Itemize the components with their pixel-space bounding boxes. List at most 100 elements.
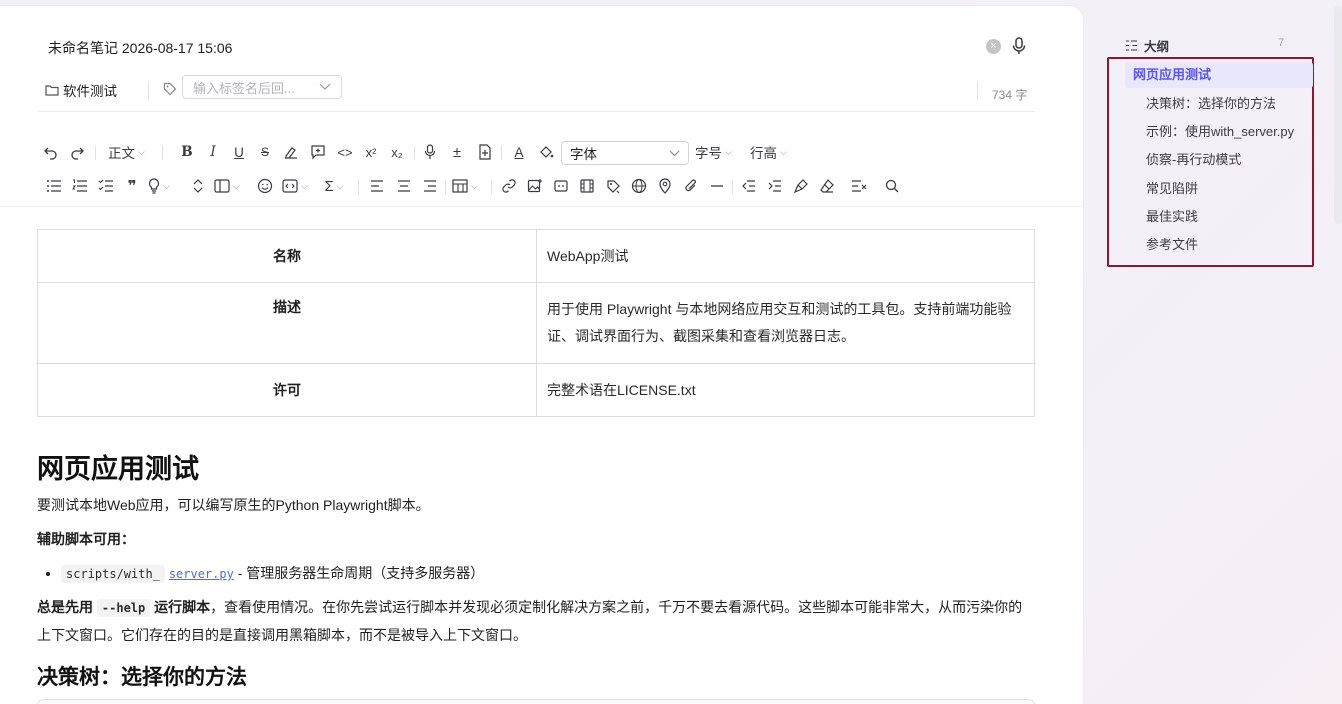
outline-item[interactable]: 侦察-再行动模式 bbox=[1146, 149, 1241, 168]
outline-item[interactable]: 网页应用测试 bbox=[1125, 62, 1313, 88]
undo-icon[interactable] bbox=[40, 138, 62, 166]
format-painter-icon[interactable] bbox=[790, 172, 812, 200]
outline-item[interactable]: 决策树：选择你的方法 bbox=[1146, 93, 1276, 112]
globe-icon[interactable] bbox=[628, 172, 650, 200]
align-left-icon[interactable] bbox=[366, 172, 388, 200]
strikethrough-icon[interactable]: S bbox=[254, 138, 276, 166]
divider bbox=[977, 82, 978, 100]
quote-icon[interactable]: ❞ bbox=[121, 172, 143, 200]
hr-icon[interactable] bbox=[706, 172, 728, 200]
code-icon[interactable]: <> bbox=[334, 138, 356, 166]
formula-icon[interactable]: Σ ⌵ bbox=[323, 172, 345, 200]
bold-icon[interactable]: B bbox=[176, 138, 198, 166]
line-height-dropdown[interactable]: 行高 ⌵ bbox=[750, 138, 787, 166]
highlighter-icon[interactable] bbox=[280, 138, 302, 166]
comment-icon[interactable] bbox=[307, 138, 329, 166]
code-block[interactable] bbox=[37, 699, 1035, 704]
table-row: 名称 WebApp测试 bbox=[37, 229, 1035, 283]
link[interactable]: server.py bbox=[169, 567, 234, 581]
link-icon[interactable] bbox=[498, 172, 520, 200]
outline-item[interactable]: 示例：使用with_server.py bbox=[1146, 121, 1294, 140]
location-icon[interactable] bbox=[654, 172, 676, 200]
table-value: 完整术语在LICENSE.txt bbox=[536, 363, 1035, 417]
folder-selector[interactable]: 软件测试 bbox=[45, 80, 117, 100]
chevron-down-icon: ⌵ bbox=[233, 180, 240, 191]
outline-title: 大纲 bbox=[1144, 40, 1170, 54]
format-toolbar-row-1: 正文 ⌵ B I U S <> x² x₂ ± A 字体 字号 ⌵ 行高 ⌵ bbox=[38, 138, 1035, 170]
outline-header: 大纲 bbox=[1125, 36, 1169, 55]
search-icon[interactable] bbox=[881, 172, 903, 200]
table-row: 许可 完整术语在LICENSE.txt bbox=[37, 363, 1035, 417]
chevron-down-icon: ⌵ bbox=[163, 180, 170, 191]
chevron-down-icon: ⌵ bbox=[725, 146, 732, 157]
embed-icon[interactable]: ⌵ bbox=[282, 172, 308, 200]
align-center-icon[interactable] bbox=[393, 172, 415, 200]
clear-format-icon[interactable] bbox=[848, 172, 870, 200]
outdent-icon[interactable] bbox=[738, 172, 760, 200]
toolbar-divider bbox=[162, 146, 163, 160]
tag-input[interactable]: 输入标签名后回... bbox=[182, 75, 342, 99]
italic-icon[interactable]: I bbox=[202, 138, 224, 166]
scrollbar[interactable] bbox=[1334, 6, 1342, 224]
paragraph-style-dropdown[interactable]: 正文 ⌵ bbox=[108, 138, 145, 166]
outline-count: 7 bbox=[1278, 37, 1285, 49]
outline-item[interactable]: 最佳实践 bbox=[1146, 206, 1198, 225]
emoji-icon[interactable] bbox=[254, 172, 276, 200]
heading-2: 决策树：选择你的方法 bbox=[37, 666, 247, 689]
brush-icon[interactable] bbox=[602, 172, 624, 200]
divider bbox=[148, 82, 149, 100]
toolbar-divider bbox=[0, 206, 1083, 207]
ordered-list-icon[interactable] bbox=[69, 172, 91, 200]
paragraph: 要测试本地Web应用，可以编写原生的Python Playwright脚本。 bbox=[37, 497, 430, 513]
subscript-icon[interactable]: x₂ bbox=[386, 138, 408, 166]
font-size-dropdown[interactable]: 字号 ⌵ bbox=[695, 138, 732, 166]
font-family-select[interactable]: 字体 bbox=[561, 141, 689, 165]
word-count: 734 字 bbox=[992, 88, 1028, 102]
document-content[interactable]: 名称 WebApp测试 描述 用于使用 Playwright 与本地网络应用交互… bbox=[37, 229, 1035, 704]
attachment-icon[interactable] bbox=[680, 172, 702, 200]
format-toolbar-row-2: ❞ ⌵ ⌵ ⌵ Σ ⌵ ⌵ bbox=[38, 172, 1035, 202]
line-height-label: 行高 bbox=[750, 146, 777, 161]
outline-item[interactable]: 常见陷阱 bbox=[1146, 178, 1198, 197]
header-divider bbox=[38, 111, 1035, 112]
superscript-icon[interactable]: x² bbox=[360, 138, 382, 166]
inline-code: scripts/with_ bbox=[61, 565, 165, 583]
media-icon[interactable] bbox=[550, 172, 572, 200]
bold-text: 运行脚本 bbox=[154, 599, 211, 615]
tag-icon bbox=[163, 82, 177, 96]
table-key: 描述 bbox=[37, 282, 537, 364]
toolbar-divider bbox=[491, 180, 492, 194]
redo-icon[interactable] bbox=[66, 138, 88, 166]
image-icon[interactable] bbox=[524, 172, 546, 200]
bullet-list-icon[interactable] bbox=[43, 172, 65, 200]
bullet-list: scripts/with_ server.py - 管理服务器生命周期（支持多服… bbox=[61, 560, 1035, 588]
chevron-down-icon: ⌵ bbox=[138, 146, 145, 157]
table-key: 许可 bbox=[37, 363, 537, 417]
chevron-down-icon: ⌵ bbox=[471, 180, 478, 191]
chevron-down-icon bbox=[319, 83, 331, 90]
outline-icon bbox=[1126, 40, 1137, 51]
voice-icon[interactable] bbox=[419, 138, 441, 166]
table-value: 用于使用 Playwright 与本地网络应用交互和测试的工具包。支持前端功能验… bbox=[536, 282, 1035, 364]
font-color-icon[interactable]: A bbox=[508, 138, 530, 166]
idea-icon[interactable]: ⌵ bbox=[148, 172, 170, 200]
plus-minus-icon[interactable]: ± bbox=[446, 138, 468, 166]
note-title[interactable]: 未命名笔记 2026-08-17 15:06 bbox=[48, 38, 232, 58]
task-list-icon[interactable] bbox=[95, 172, 117, 200]
layout-icon[interactable]: ⌵ bbox=[214, 172, 240, 200]
insert-doc-icon[interactable] bbox=[474, 138, 496, 166]
table-icon[interactable]: ⌵ bbox=[452, 172, 478, 200]
clear-title-button[interactable]: × bbox=[986, 39, 1001, 54]
fill-color-icon[interactable] bbox=[535, 138, 557, 166]
underline-icon[interactable]: U bbox=[228, 138, 250, 166]
eraser-icon[interactable] bbox=[816, 172, 838, 200]
outline-item[interactable]: 参考文件 bbox=[1146, 234, 1198, 253]
film-icon[interactable] bbox=[576, 172, 598, 200]
table-value: WebApp测试 bbox=[536, 229, 1035, 283]
table-key: 名称 bbox=[37, 229, 537, 283]
align-right-icon[interactable] bbox=[419, 172, 441, 200]
toolbar-divider bbox=[95, 146, 96, 160]
expand-icon[interactable] bbox=[187, 172, 209, 200]
microphone-icon[interactable] bbox=[1011, 37, 1027, 55]
indent-icon[interactable] bbox=[764, 172, 786, 200]
